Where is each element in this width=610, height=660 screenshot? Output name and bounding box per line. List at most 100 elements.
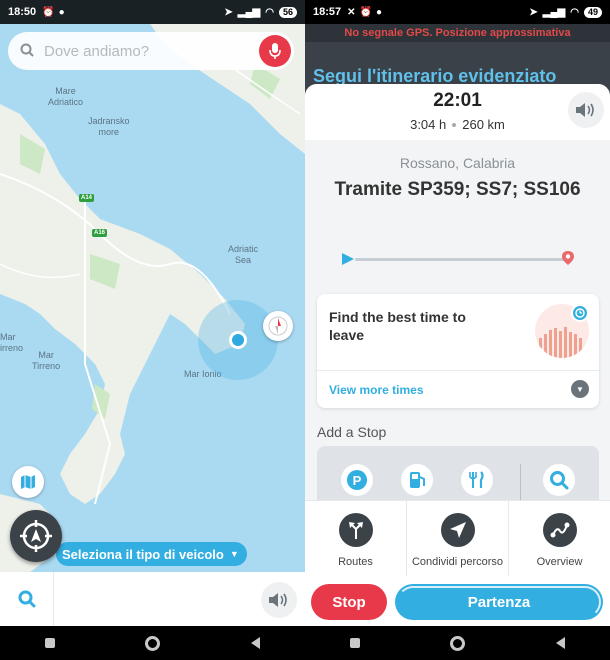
best-time-title: Find the best time to leave <box>329 309 466 343</box>
search-bar[interactable]: Dove andiamo? <box>8 32 294 70</box>
left-screen-map: 18:50 ⏰ ● ➤ ▂▄▆ ◠ 56 Mare Adriatico Jadr… <box>0 0 305 660</box>
trip-summary: 3:04 h 260 km <box>305 117 610 132</box>
notification-icon: ✕ <box>347 6 356 18</box>
route-actions: Routes Condividi percorso Overview <box>305 500 610 576</box>
search-placeholder: Dove andiamo? <box>44 42 150 60</box>
system-icons: ➤ ▂▄▆ ◠ 56 <box>224 6 297 18</box>
route-progress <box>341 251 575 266</box>
stop-button[interactable]: Stop <box>311 584 387 620</box>
search-stop-button[interactable] <box>543 464 575 496</box>
go-button[interactable]: Partenza <box>395 584 603 620</box>
wifi-icon: ◠ <box>570 6 579 18</box>
separator-dot <box>452 122 457 127</box>
map-layers-button[interactable] <box>12 466 44 498</box>
sound-button[interactable] <box>261 582 297 618</box>
location-icon: ➤ <box>224 6 233 18</box>
microphone-icon <box>269 43 281 59</box>
overview-label: Overview <box>536 556 583 568</box>
routes-label: Routes <box>338 556 373 568</box>
road-shield-a16: A16 <box>92 229 108 237</box>
map-label-jadransko-more: Jadransko more <box>88 116 130 137</box>
microphone-button[interactable] <box>259 35 291 67</box>
home-icon[interactable] <box>450 635 466 651</box>
share-route-button[interactable]: Condividi percorso <box>407 501 509 576</box>
sound-button[interactable] <box>568 92 604 128</box>
compass-button[interactable] <box>263 311 293 341</box>
search-icon <box>550 471 569 490</box>
eta-header: 22:01 3:04 h 260 km <box>305 84 610 140</box>
map-icon <box>21 475 35 489</box>
map-label-adriatic-sea: Adriatic Sea <box>228 244 259 265</box>
status-time: 18:50 <box>8 6 37 18</box>
right-screen-route: 18:57 ✕ ⏰ ● ➤ ▂▄▆ ◠ 49 No segnale GPS. P… <box>305 0 610 660</box>
stop-options-divider <box>520 464 521 500</box>
progress-track <box>355 258 565 261</box>
gas-station-stop-button[interactable] <box>401 464 433 496</box>
routes-icon <box>338 513 373 547</box>
chevron-down-icon: ▼ <box>229 549 239 559</box>
recenter-button[interactable] <box>10 510 62 562</box>
home-icon[interactable] <box>145 635 161 651</box>
route-via: Tramite SP359; SS7; SS106 <box>334 179 581 200</box>
waze-notification-icon: ● <box>375 6 383 18</box>
go-button-label: Partenza <box>467 593 531 611</box>
road-shield-a14: A14 <box>79 194 95 202</box>
vehicle-type-selector[interactable]: Seleziona il tipo di veicolo ▼ <box>56 542 247 566</box>
overview-button[interactable]: Overview <box>509 501 610 576</box>
alarm-icon: ⏰ <box>42 6 55 18</box>
routes-button[interactable]: Routes <box>305 501 407 576</box>
location-icon: ➤ <box>529 6 538 18</box>
alarm-icon: ⏰ <box>359 6 372 18</box>
battery-icon: 56 <box>278 6 297 18</box>
gas-station-icon <box>410 472 425 488</box>
notification-icons: ✕ ⏰ ● <box>347 7 382 18</box>
food-stop-button[interactable] <box>461 464 493 496</box>
recents-icon[interactable] <box>45 638 56 648</box>
parking-icon: P <box>347 470 367 490</box>
speaker-icon <box>269 593 287 607</box>
bottom-bar <box>0 572 305 626</box>
parking-stop-button[interactable]: P <box>341 464 373 496</box>
crosshair-icon <box>20 520 52 552</box>
map-label-mar-tirreno-2: Mar Tirreno <box>32 350 61 371</box>
back-icon[interactable] <box>250 637 260 649</box>
overview-icon <box>542 513 577 547</box>
back-icon[interactable] <box>555 637 565 649</box>
send-icon <box>440 513 475 547</box>
card-divider <box>317 370 599 371</box>
speaker-icon <box>576 103 594 117</box>
route-footer: Stop Partenza <box>305 576 610 626</box>
recents-icon[interactable] <box>350 638 361 648</box>
play-icon <box>342 253 354 265</box>
battery-icon: 49 <box>583 6 602 18</box>
status-time: 18:57 <box>313 6 342 18</box>
system-icons: ➤ ▂▄▆ ◠ 49 <box>529 6 602 18</box>
map-canvas <box>0 24 305 572</box>
search-icon <box>20 43 34 60</box>
status-bar: 18:57 ✕ ⏰ ● ➤ ▂▄▆ ◠ 49 <box>305 0 610 24</box>
current-location-dot <box>229 331 247 349</box>
gps-warning-banner: No segnale GPS. Posizione approssimativa <box>305 24 610 42</box>
wifi-icon: ◠ <box>265 6 274 18</box>
search-icon <box>18 590 35 608</box>
fork-knife-icon <box>469 471 484 488</box>
signal-icon: ▂▄▆ <box>237 6 261 18</box>
add-stop-options: P <box>317 446 599 506</box>
android-nav-bar <box>305 626 610 660</box>
search-tab-button[interactable] <box>0 572 54 626</box>
trip-distance: 260 km <box>462 117 505 132</box>
svg-text:P: P <box>353 473 362 488</box>
chevron-down-icon[interactable]: ▼ <box>571 380 589 398</box>
destination-name: Rossano, Calabria <box>399 155 516 171</box>
share-route-label: Condividi percorso <box>411 556 504 568</box>
view-more-times-link[interactable]: View more times <box>329 383 424 397</box>
add-stop-label: Add a Stop <box>317 424 387 440</box>
map-view[interactable]: Mare Adriatico Jadransko more Adriatic S… <box>0 24 305 572</box>
notification-icons: ⏰ ● <box>42 7 65 18</box>
map-label-mar-tirreno-1: Mar irreno <box>0 332 24 353</box>
compass-icon <box>268 316 288 336</box>
signal-icon: ▂▄▆ <box>542 6 566 18</box>
map-label-mare-adriatico: Mare Adriatico <box>48 86 84 107</box>
status-bar: 18:50 ⏰ ● ➤ ▂▄▆ ◠ 56 <box>0 0 305 24</box>
best-time-card[interactable]: Find the best time to leave View more ti… <box>317 294 599 408</box>
